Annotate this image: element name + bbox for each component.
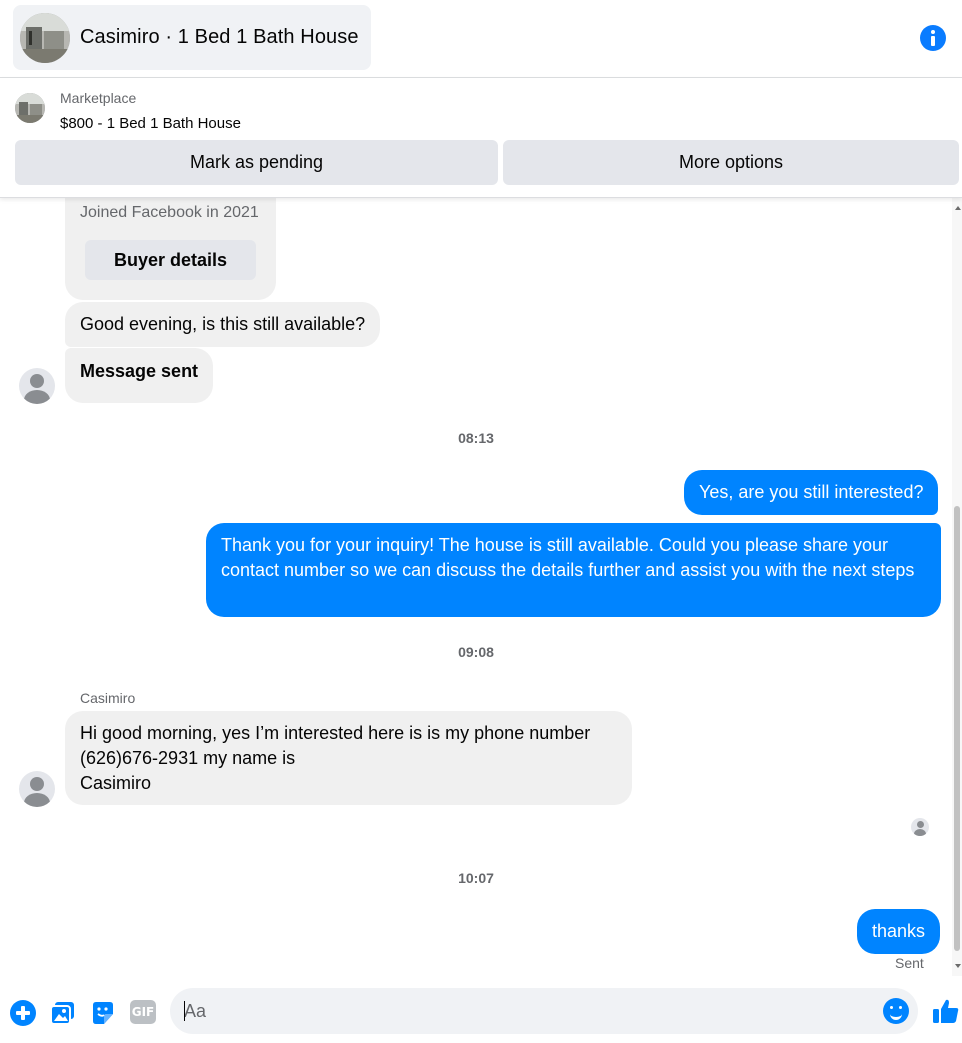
mark-as-pending-button[interactable]: Mark as pending <box>15 140 498 185</box>
sender-name: Casimiro <box>80 690 136 706</box>
listing-source: Marketplace <box>60 90 137 106</box>
message-bubble[interactable]: Hi good morning, yes I’m interested here… <box>65 711 632 805</box>
message-input[interactable] <box>184 988 864 1034</box>
read-receipt-avatar <box>911 818 929 836</box>
sent-status: Sent <box>895 955 924 971</box>
listing-avatar <box>20 12 70 63</box>
buyer-avatar[interactable] <box>19 771 55 807</box>
buyer-avatar[interactable] <box>19 368 55 404</box>
buyer-profile-card: Joined Facebook in 2021 Buyer details <box>65 198 276 300</box>
listing-panel: Marketplace $800 - 1 Bed 1 Bath House Ma… <box>0 78 962 198</box>
message-bubble[interactable]: Yes, are you still interested? <box>684 470 939 515</box>
conversation-title: Casimiro · 1 Bed 1 Bath House <box>80 26 359 48</box>
more-options-button[interactable]: More options <box>503 140 959 185</box>
gif-icon[interactable]: GIF <box>130 1000 156 1024</box>
plus-icon[interactable] <box>10 1000 36 1026</box>
timestamp: 10:07 <box>458 870 494 886</box>
conversation-title-button[interactable]: Casimiro · 1 Bed 1 Bath House <box>13 5 371 70</box>
timestamp: 09:08 <box>458 644 494 660</box>
info-icon[interactable] <box>920 25 946 51</box>
scroll-up-arrow[interactable] <box>955 206 961 210</box>
joined-facebook-text: Joined Facebook in 2021 <box>80 204 259 221</box>
text-caret <box>184 1001 185 1021</box>
listing-title[interactable]: $800 - 1 Bed 1 Bath House <box>60 115 241 132</box>
scrollbar[interactable] <box>952 198 962 976</box>
conversation-header: Casimiro · 1 Bed 1 Bath House <box>0 0 962 78</box>
listing-thumbnail[interactable] <box>15 93 45 123</box>
photo-icon[interactable] <box>50 1000 76 1026</box>
message-bubble[interactable]: Thank you for your inquiry! The house is… <box>206 523 941 617</box>
message-thread[interactable]: Joined Facebook in 2021 Buyer details Go… <box>0 198 962 976</box>
buyer-details-button[interactable]: Buyer details <box>85 240 256 280</box>
message-bubble[interactable]: Message sent <box>65 348 214 403</box>
scroll-down-arrow[interactable] <box>955 964 961 968</box>
timestamp: 08:13 <box>458 430 494 446</box>
thumbs-up-icon[interactable] <box>932 997 959 1023</box>
message-bubble[interactable]: Good evening, is this still available? <box>65 302 381 347</box>
message-input-container[interactable] <box>170 988 918 1034</box>
sticker-icon[interactable] <box>90 1000 116 1026</box>
message-bubble[interactable]: thanks <box>857 909 941 954</box>
message-composer: GIF <box>0 976 962 1043</box>
scroll-thumb[interactable] <box>954 506 960 951</box>
emoji-icon[interactable] <box>883 998 909 1024</box>
